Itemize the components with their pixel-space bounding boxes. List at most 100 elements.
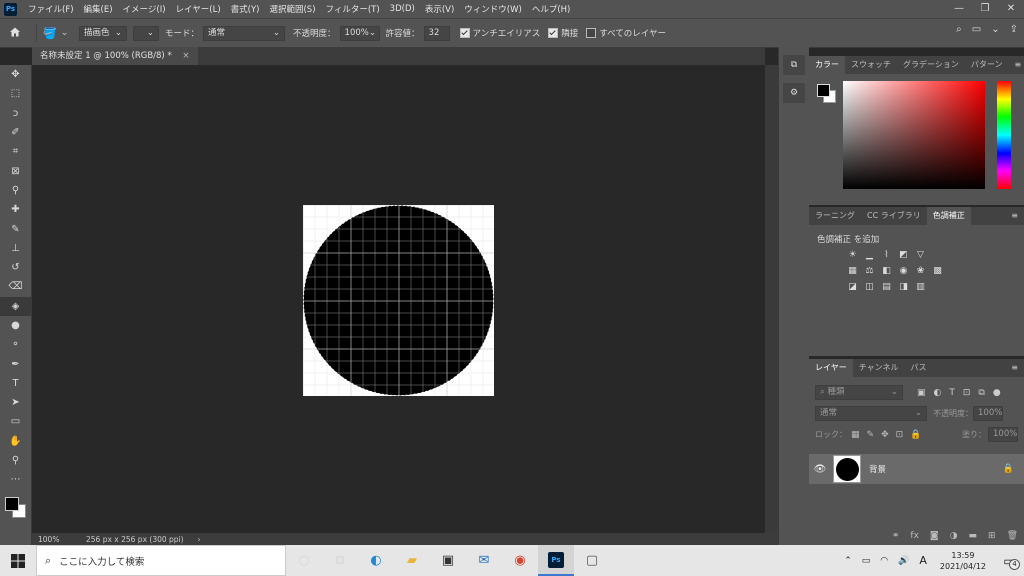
fill-source-select[interactable]: 描画色 ⌄ — [79, 25, 127, 41]
edge-icon[interactable]: ◐ — [358, 545, 394, 576]
new-adjustment-icon[interactable]: ◑ — [950, 531, 958, 541]
filter-pixel-icon[interactable]: ▣ — [917, 388, 926, 398]
notification-icon[interactable]: ▭4 — [994, 554, 1024, 570]
document-tab[interactable]: 名称未設定 1 @ 100% (RGB/8) * × — [32, 47, 198, 65]
move-icon[interactable]: ✥ — [0, 65, 31, 84]
link-layers-icon[interactable]: ⚭ — [892, 531, 900, 541]
lock-position-icon[interactable]: ✥ — [881, 430, 889, 440]
menu-filter[interactable]: フィルター(T) — [321, 3, 385, 15]
close-tab-icon[interactable]: × — [182, 51, 189, 61]
layer-style-icon[interactable]: fx — [910, 531, 919, 541]
black-white-icon[interactable]: ◧ — [880, 266, 893, 277]
cortana-icon[interactable]: ○ — [286, 545, 322, 576]
opacity-input[interactable]: 100% ⌄ — [339, 25, 380, 41]
tool-preset-picker[interactable]: 🪣 ⌄ — [43, 27, 79, 40]
zoom-icon[interactable]: ⚲ — [0, 451, 31, 470]
antialias-checkbox[interactable]: アンチエイリアス — [459, 27, 540, 39]
snipping-tool-icon[interactable]: ▢ — [574, 545, 610, 576]
foreground-color-chip[interactable] — [817, 84, 830, 97]
tab-swatches[interactable]: スウォッチ — [845, 56, 897, 74]
ime-indicator[interactable]: A — [919, 554, 927, 567]
zoom-level[interactable]: 100% — [38, 535, 82, 544]
properties-panel-icon[interactable]: ⚙ — [783, 83, 805, 103]
chevron-up-icon[interactable]: ⌃ — [844, 556, 852, 566]
tab-channels[interactable]: チャンネル — [853, 359, 905, 377]
network-icon[interactable]: ▭ — [862, 556, 871, 566]
fill-input[interactable]: 100% — [988, 427, 1018, 442]
channel-mixer-icon[interactable]: ❀ — [914, 266, 927, 277]
filter-type-icon[interactable]: T — [949, 388, 955, 398]
mail-icon[interactable]: ✉ — [466, 545, 502, 576]
task-view-icon[interactable]: ⧉ — [322, 545, 358, 576]
file-explorer-icon[interactable]: ▰ — [394, 545, 430, 576]
menu-help[interactable]: ヘルプ(H) — [527, 3, 576, 15]
add-mask-icon[interactable]: ◙ — [930, 531, 939, 541]
volume-icon[interactable]: 🔊 — [898, 556, 909, 566]
lock-all-icon[interactable]: 🔒 — [910, 430, 921, 440]
pattern-picker[interactable]: ⌄ — [133, 25, 159, 41]
menu-window[interactable]: ウィンドウ(W) — [459, 3, 527, 15]
new-layer-icon[interactable]: ⊞ — [988, 531, 996, 541]
tab-gradient[interactable]: グラデーション — [897, 56, 965, 74]
filter-shape-icon[interactable]: ⊡ — [963, 388, 971, 398]
paint-bucket-icon[interactable]: ◈ — [0, 296, 31, 316]
home-icon[interactable] — [0, 26, 30, 41]
menu-edit[interactable]: 編集(E) — [79, 3, 118, 15]
menu-file[interactable]: ファイル(F) — [23, 3, 79, 15]
curves-icon[interactable]: ⌇ — [880, 250, 893, 261]
status-menu-arrow[interactable]: › — [198, 535, 201, 544]
store-icon[interactable]: ▣ — [430, 545, 466, 576]
selective-color-icon[interactable]: ◨ — [897, 282, 910, 293]
tab-patterns[interactable]: パターン — [965, 56, 1009, 74]
photoshop-taskbar-icon[interactable]: Ps — [538, 545, 574, 576]
wifi-icon[interactable]: ◠ — [880, 556, 888, 566]
all-layers-checkbox[interactable]: すべてのレイヤー — [586, 27, 666, 39]
eyedropper-icon[interactable]: ⚲ — [0, 181, 31, 200]
menu-3d[interactable]: 3D(D) — [385, 4, 420, 14]
dodge-icon[interactable]: ⚬ — [0, 335, 31, 354]
marquee-icon[interactable]: ⬚ — [0, 84, 31, 103]
color-balance-icon[interactable]: ⚖ — [863, 266, 876, 277]
share-icon[interactable]: ⇪ — [1010, 24, 1018, 35]
canvas-area[interactable] — [32, 65, 765, 533]
history-panel-icon[interactable]: ⧉ — [783, 55, 805, 75]
clock[interactable]: 13:59 2021/04/12 — [940, 550, 986, 572]
tab-layers[interactable]: レイヤー — [809, 359, 853, 377]
lock-transparency-icon[interactable]: ▦ — [851, 430, 860, 440]
eraser-icon[interactable]: ⌫ — [0, 277, 31, 296]
close-window-button[interactable]: ✕ — [998, 0, 1024, 18]
panel-menu-icon[interactable]: ≡ — [1005, 359, 1024, 377]
windows-start-icon[interactable] — [0, 545, 36, 576]
more-icon[interactable]: ⋯ — [0, 470, 31, 489]
foreground-color-swatch[interactable] — [5, 496, 19, 511]
tab-paths[interactable]: パス — [905, 359, 933, 377]
threshold-icon[interactable]: ▤ — [880, 282, 893, 293]
minimize-button[interactable]: — — [946, 0, 972, 18]
history-brush-icon[interactable]: ↺ — [0, 258, 31, 277]
chevron-down-icon[interactable]: ⌄ — [991, 24, 999, 35]
levels-icon[interactable]: ▁ — [863, 250, 876, 261]
contiguous-checkbox[interactable]: 隣接 — [548, 27, 578, 39]
vertical-scrollbar[interactable] — [765, 65, 778, 533]
menu-view[interactable]: 表示(V) — [420, 3, 459, 15]
vibrance-icon[interactable]: ▽ — [914, 250, 927, 261]
menu-type[interactable]: 書式(Y) — [226, 3, 265, 15]
invert-icon[interactable]: ◪ — [846, 282, 859, 293]
quick-select-icon[interactable]: ✐ — [0, 123, 31, 142]
layer-row[interactable]: 👁 背景 🔒 — [809, 454, 1024, 484]
blur-icon[interactable]: ● — [0, 316, 31, 335]
mode-select[interactable]: 通常 ⌄ — [203, 25, 286, 41]
brightness-icon[interactable]: ☀ — [846, 250, 859, 261]
exposure-icon[interactable]: ◩ — [897, 250, 910, 261]
tab-cc-libraries[interactable]: CC ライブラリ — [861, 207, 927, 225]
frame-icon[interactable]: ⊠ — [0, 161, 31, 180]
filter-smart-icon[interactable]: ⧉ — [978, 388, 984, 398]
search-icon[interactable]: ⌕ — [956, 24, 962, 35]
tab-adjustments[interactable]: 色調補正 — [926, 207, 971, 225]
delete-layer-icon[interactable]: 🗑 — [1007, 531, 1018, 541]
document-canvas[interactable] — [303, 205, 494, 396]
lock-image-icon[interactable]: ✎ — [867, 430, 875, 440]
tab-color[interactable]: カラー — [809, 56, 845, 74]
workspace-icon[interactable]: ▭ — [972, 24, 981, 35]
panel-menu-icon[interactable]: ≡ — [1005, 207, 1024, 225]
